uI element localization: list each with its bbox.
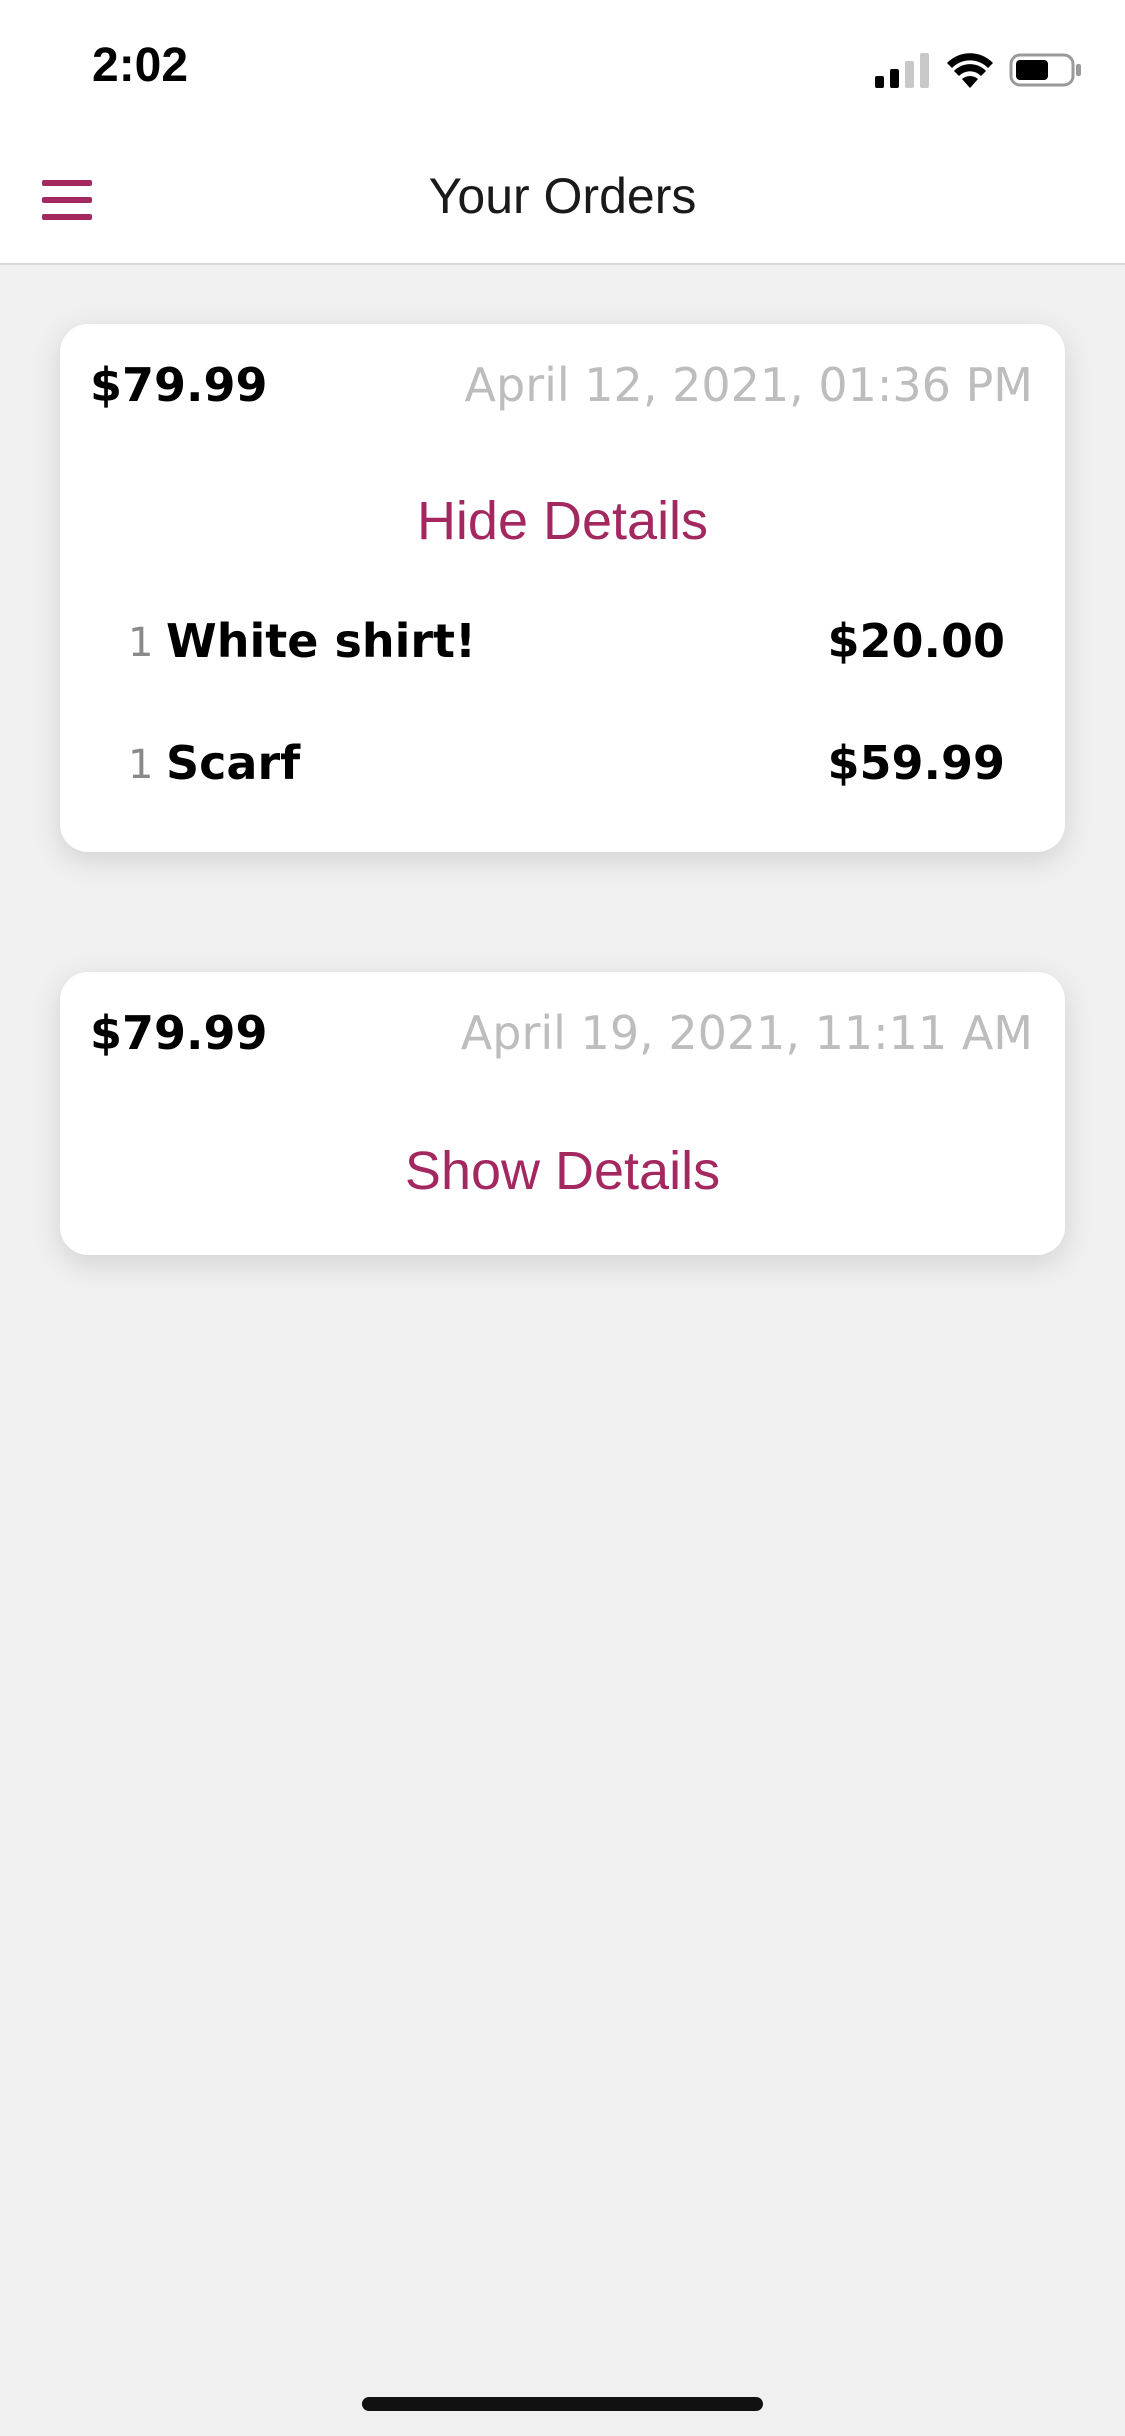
battery-icon: [1009, 53, 1081, 87]
show-details-button[interactable]: Show Details: [60, 1140, 1065, 1202]
item-name: White shirt!: [166, 614, 477, 668]
item-name: Scarf: [166, 736, 301, 790]
item-price: $59.99: [827, 736, 1005, 790]
item-quantity: 1: [128, 620, 154, 666]
order-date: April 12, 2021, 01:36 PM: [464, 358, 1033, 412]
top-nav-bar: Your Orders: [0, 135, 1125, 265]
order-card: $79.99 April 12, 2021, 01:36 PM Hide Det…: [60, 324, 1065, 852]
status-time: 2:02: [92, 39, 189, 92]
signal-icon: [875, 53, 929, 88]
hide-details-button[interactable]: Hide Details: [60, 490, 1065, 552]
home-indicator: [362, 2397, 763, 2411]
order-item-row: 1 White shirt! $20.00: [128, 614, 1005, 674]
wifi-icon: [947, 53, 993, 88]
order-total: $79.99: [90, 358, 268, 412]
status-bar: 2:02: [0, 0, 1125, 135]
order-total: $79.99: [90, 1006, 268, 1060]
item-price: $20.00: [827, 614, 1005, 668]
page-title: Your Orders: [428, 168, 697, 224]
item-quantity: 1: [128, 742, 154, 788]
order-item-row: 1 Scarf $59.99: [128, 736, 1005, 796]
order-card: $79.99 April 19, 2021, 11:11 AM Show Det…: [60, 972, 1065, 1255]
order-date: April 19, 2021, 11:11 AM: [460, 1006, 1033, 1060]
